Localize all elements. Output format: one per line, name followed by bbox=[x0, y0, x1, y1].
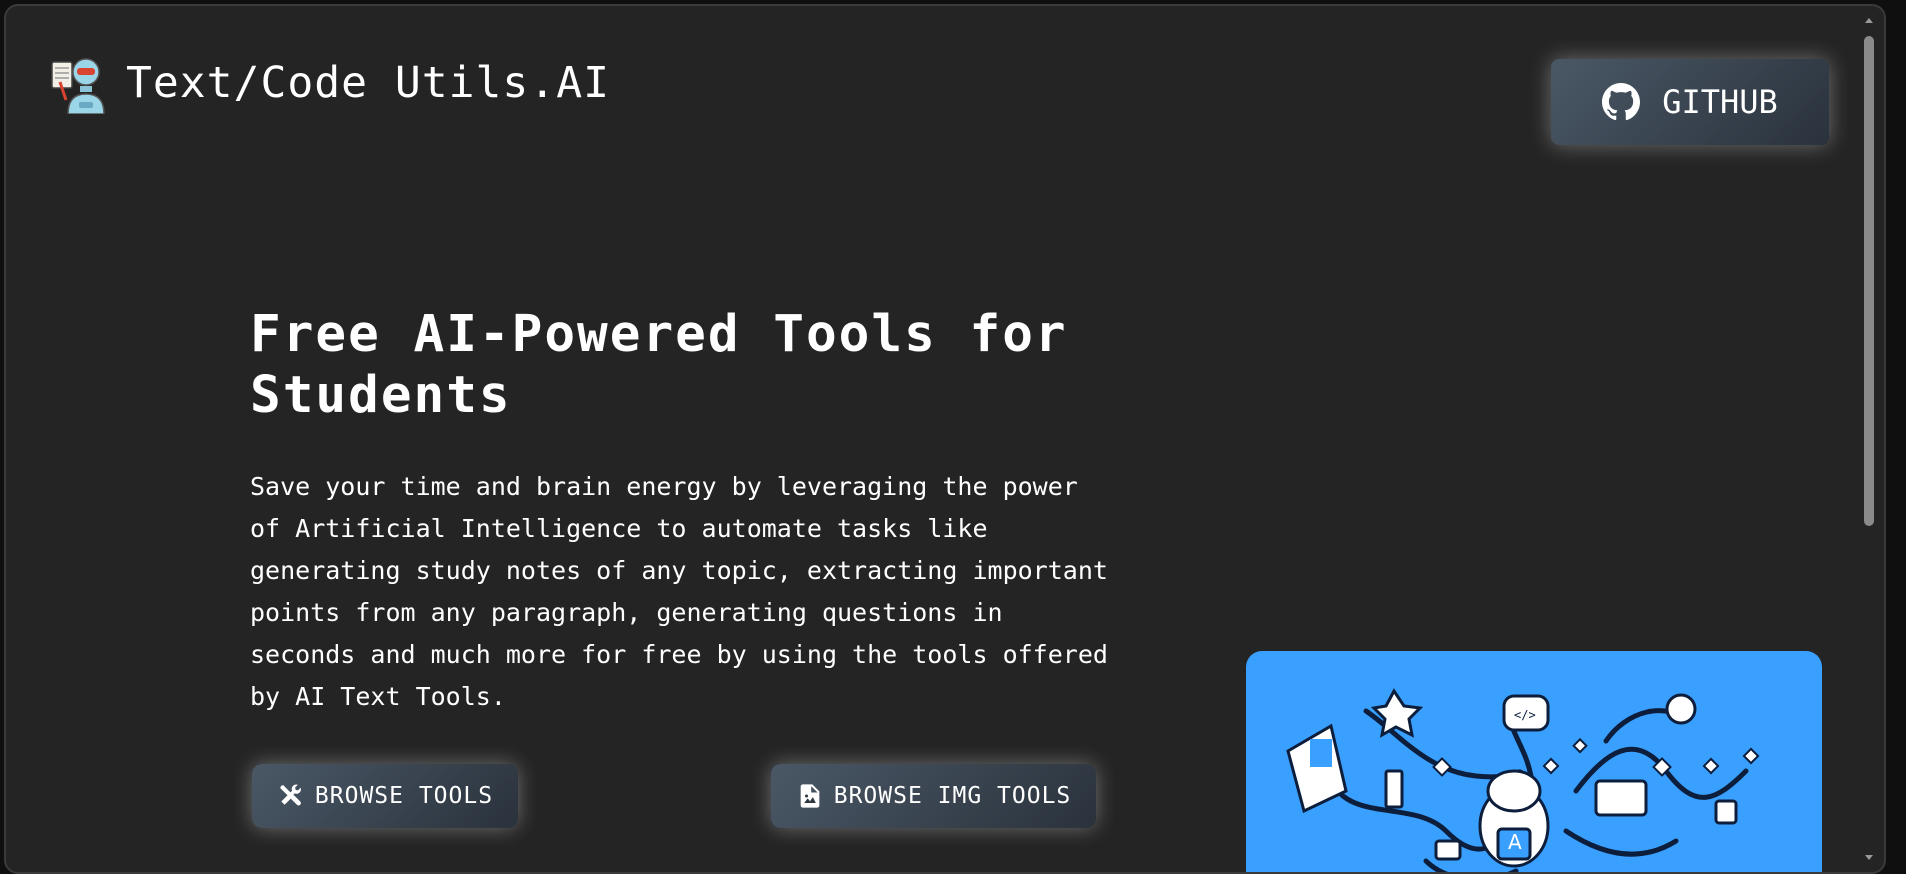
browse-tools-button[interactable]: BROWSE TOOLS bbox=[252, 764, 518, 828]
svg-text:</>: </> bbox=[1514, 708, 1536, 722]
browse-img-tools-label: BROWSE IMG TOOLS bbox=[833, 783, 1072, 809]
scrollbar-thumb[interactable] bbox=[1864, 36, 1874, 526]
scroll-up-arrow-icon[interactable] bbox=[1864, 16, 1874, 26]
brand-title: Text/Code Utils.AI bbox=[126, 58, 610, 108]
app-window: Text/Code Utils.AI GITHUB Free AI-Powere… bbox=[4, 4, 1886, 874]
hero-description: Save your time and brain energy by lever… bbox=[250, 472, 1108, 711]
ai-robot-illustration: A </> bbox=[1286, 688, 1760, 872]
robot-logo-icon bbox=[51, 58, 105, 114]
image-file-icon bbox=[800, 784, 820, 808]
scrollbar[interactable] bbox=[1862, 16, 1876, 862]
browse-tools-label: BROWSE TOOLS bbox=[314, 783, 494, 809]
github-label: GITHUB bbox=[1662, 83, 1778, 121]
browse-img-tools-button[interactable]: BROWSE IMG TOOLS bbox=[771, 764, 1096, 828]
hero-illustration: A </> bbox=[1246, 651, 1822, 872]
brand[interactable]: Text/Code Utils.AI bbox=[46, 52, 610, 114]
github-icon bbox=[1602, 83, 1641, 121]
hero-heading: Free AI-Powered Tools for Students bbox=[250, 305, 1068, 425]
svg-text:A: A bbox=[1508, 830, 1522, 854]
github-button[interactable]: GITHUB bbox=[1551, 59, 1829, 145]
scroll-down-arrow-icon[interactable] bbox=[1864, 852, 1874, 862]
hero-section: Free AI-Powered Tools for Students Save … bbox=[250, 304, 1110, 718]
tools-icon bbox=[280, 784, 301, 806]
